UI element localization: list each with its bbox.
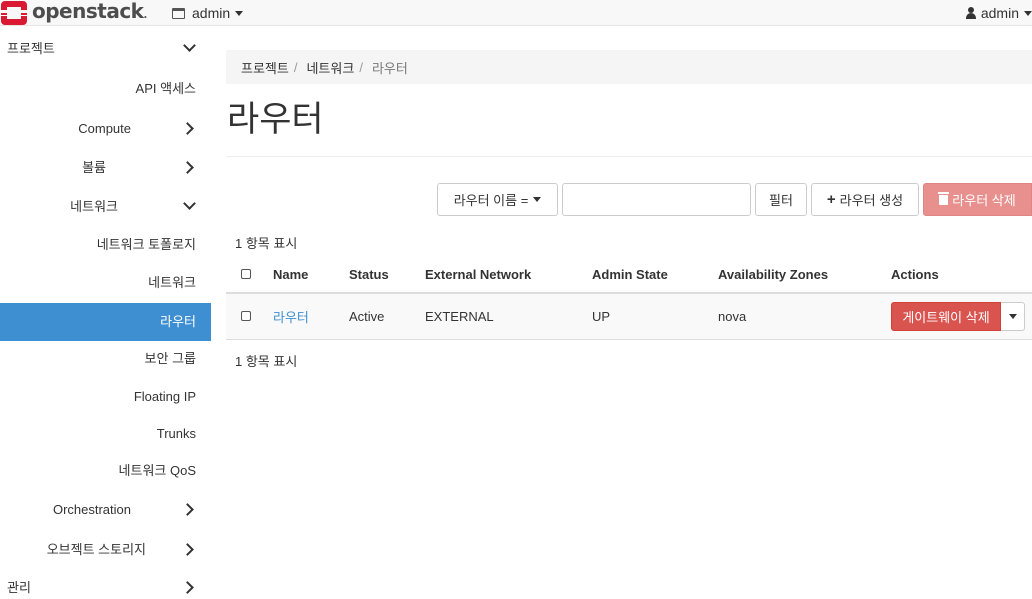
select-all-checkbox[interactable]: [241, 268, 251, 279]
chevron-right-icon: [181, 503, 194, 516]
sidebar-item-volumes[interactable]: 볼륨: [0, 149, 211, 187]
item-count-bottom: 1 항목 표시: [235, 354, 298, 369]
sidebar-item-orchestration[interactable]: Orchestration: [0, 491, 211, 529]
router-external-network-cell: EXTERNAL: [425, 293, 592, 340]
openstack-logo-icon: [0, 0, 30, 26]
caret-down-icon: [235, 10, 244, 16]
filter-input[interactable]: [562, 183, 751, 216]
sidebar-item-label: 볼륨: [82, 160, 106, 175]
breadcrumb-item-network[interactable]: 네트워크: [306, 58, 354, 77]
page-title: 라우터: [227, 100, 324, 140]
caret-down-icon: [533, 197, 542, 202]
column-header-name[interactable]: Name: [273, 256, 349, 294]
column-header-external-network[interactable]: External Network: [425, 256, 592, 294]
sidebar-item-security-groups[interactable]: 보안 그룹: [0, 340, 211, 378]
sidebar-item-admin[interactable]: 관리: [0, 569, 211, 599]
column-header-status[interactable]: Status: [349, 256, 425, 294]
sidebar-item-label: 네트워크: [70, 199, 118, 214]
sidebar-item-routers[interactable]: 라우터: [0, 303, 211, 341]
sidebar-item-label: Compute: [78, 121, 131, 136]
filter-button[interactable]: 필터: [755, 183, 807, 216]
project-dropdown[interactable]: admin: [172, 0, 244, 26]
breadcrumb: 프로젝트 / 네트워크 / 라우터: [226, 50, 1032, 84]
filter-field-select[interactable]: 라우터 이름 =: [437, 183, 558, 216]
sidebar-item-label: Floating IP: [133, 389, 196, 404]
breadcrumb-separator: /: [359, 59, 363, 75]
sidebar-item-api-access[interactable]: API 액세스: [0, 70, 211, 108]
table-header-row: Name Status External Network Admin State…: [226, 256, 1032, 294]
row-select-cell: [226, 293, 273, 340]
router-actions-cell: 게이트웨이 삭제: [891, 293, 1032, 340]
trash-icon: [938, 191, 950, 205]
router-name-link[interactable]: 라우터: [273, 310, 309, 325]
sidebar-item-project[interactable]: 프로젝트: [0, 30, 211, 68]
column-header-admin-state[interactable]: Admin State: [592, 256, 718, 294]
breadcrumb-item-current: 라우터: [371, 60, 408, 76]
sidebar-item-networks[interactable]: 네트워크: [0, 264, 211, 302]
row-checkbox[interactable]: [241, 310, 251, 321]
create-router-button[interactable]: + 라우터 생성: [811, 183, 919, 216]
router-availability-zones-cell: nova: [718, 293, 891, 340]
project-dropdown-label: admin: [192, 5, 231, 21]
sidebar-item-network-qos[interactable]: 네트워크 QoS: [0, 452, 211, 490]
sidebar-item-label: 네트워크 QoS: [118, 463, 196, 478]
sidebar-item-label: 프로젝트: [7, 41, 55, 56]
chevron-down-icon: [183, 39, 196, 52]
sidebar-item-label: 네트워크: [148, 275, 196, 290]
table-row: 라우터 Active EXTERNAL UP nova 게이트웨이 삭제: [226, 293, 1032, 340]
sidebar-item-label: Orchestration: [52, 502, 131, 517]
sidebar-item-compute[interactable]: Compute: [0, 110, 211, 148]
chevron-right-icon: [181, 122, 194, 135]
delete-routers-button[interactable]: 라우터 삭제: [923, 183, 1032, 216]
item-count-top: 1 항목 표시: [235, 236, 298, 251]
column-header-actions: Actions: [891, 256, 1032, 294]
sidebar-item-label: 라우터: [160, 314, 196, 329]
chevron-right-icon: [181, 581, 194, 594]
router-admin-state-cell: UP: [592, 293, 718, 340]
filter-field-label: 라우터 이름 =: [453, 193, 529, 208]
clear-gateway-button[interactable]: 게이트웨이 삭제: [891, 301, 1001, 331]
sidebar-item-label: 네트워크 토폴로지: [96, 237, 196, 252]
sidebar: 프로젝트 API 액세스 Compute 볼륨 네트워크 네트워크 토폴로지 네…: [0, 26, 211, 599]
plus-icon: +: [826, 191, 836, 208]
routers-table: Name Status External Network Admin State…: [226, 256, 1032, 340]
sidebar-item-label: API 액세스: [135, 81, 196, 96]
chevron-right-icon: [181, 543, 194, 556]
delete-routers-label: 라우터 삭제: [952, 193, 1016, 208]
header-divider: [226, 156, 1032, 157]
user-icon: [965, 7, 976, 19]
router-name-cell: 라우터: [273, 293, 349, 340]
sidebar-item-network-topology[interactable]: 네트워크 토폴로지: [0, 226, 211, 264]
breadcrumb-item-project[interactable]: 프로젝트: [241, 58, 289, 77]
router-status-cell: Active: [349, 293, 425, 340]
user-dropdown[interactable]: admin: [965, 0, 1032, 26]
sidebar-item-label: Trunks: [156, 426, 196, 441]
sidebar-item-trunks[interactable]: Trunks: [0, 415, 211, 453]
user-dropdown-label: admin: [980, 5, 1019, 21]
select-all-cell: [226, 256, 273, 294]
top-navbar: openstack. admin admin: [0, 0, 1032, 26]
caret-down-icon: [1008, 313, 1017, 319]
row-actions-split-button: 게이트웨이 삭제: [891, 301, 1025, 331]
sidebar-item-object-storage[interactable]: 오브젝트 스토리지: [0, 531, 211, 569]
column-header-availability-zones[interactable]: Availability Zones: [718, 256, 891, 294]
sidebar-item-label: 관리: [7, 580, 31, 595]
chevron-right-icon: [181, 161, 194, 174]
brand-name: openstack.: [32, 0, 147, 23]
sidebar-item-floating-ip[interactable]: Floating IP: [0, 378, 211, 416]
create-router-label: 라우터 생성: [839, 193, 904, 208]
project-icon: [172, 7, 185, 19]
row-actions-dropdown-toggle[interactable]: [1001, 301, 1025, 331]
sidebar-item-label: 보안 그룹: [144, 351, 196, 366]
sidebar-item-network[interactable]: 네트워크: [0, 188, 211, 226]
sidebar-item-label: 오브젝트 스토리지: [46, 542, 146, 557]
caret-down-icon: [1024, 10, 1032, 16]
chevron-down-icon: [183, 197, 196, 210]
brand-logo[interactable]: openstack.: [0, 0, 147, 26]
breadcrumb-separator: /: [293, 59, 298, 75]
